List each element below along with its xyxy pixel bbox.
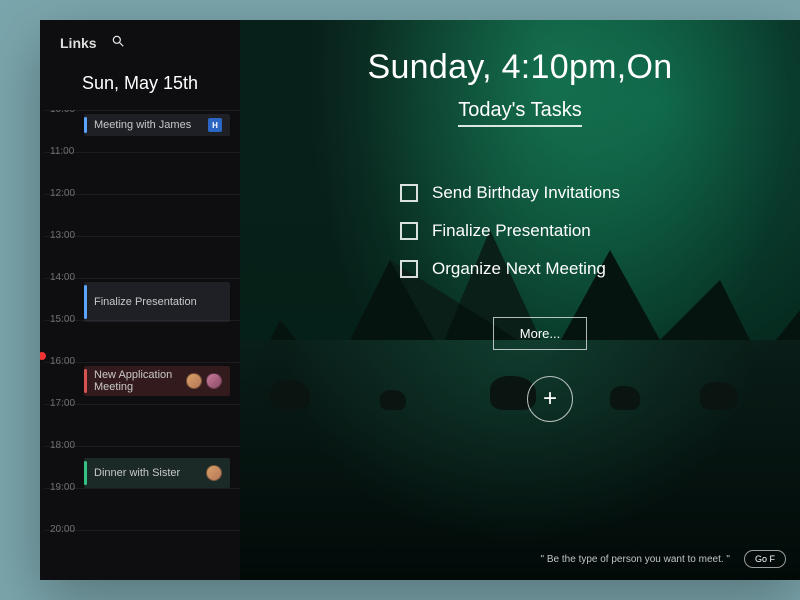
hour-label: 16:00 [50, 356, 75, 367]
hour-label: 15:00 [50, 314, 75, 325]
hour-label: 17:00 [50, 398, 75, 409]
tasks-heading: Today's Tasks [240, 87, 800, 127]
search-icon[interactable] [111, 34, 125, 51]
footer-go-button[interactable]: Go F [744, 550, 786, 568]
event-title: Finalize Presentation [94, 296, 197, 308]
task-list: Send Birthday Invitations Finalize Prese… [240, 183, 800, 350]
hour-label: 12:00 [50, 188, 75, 199]
task-label: Organize Next Meeting [432, 259, 606, 279]
event-extras [206, 465, 222, 481]
avatar [186, 373, 202, 389]
hour-label: 20:00 [50, 524, 75, 535]
event-badge: H [208, 118, 222, 132]
hour-label: 13:00 [50, 230, 75, 241]
sidebar-topbar: Links [40, 20, 240, 59]
hour-label: 10:00 [50, 110, 75, 115]
links-link[interactable]: Links [60, 35, 97, 51]
event-extras [186, 373, 222, 389]
calendar-event[interactable]: New Application Meeting [84, 366, 230, 396]
event-title: New Application Meeting [94, 369, 186, 393]
checkbox-icon[interactable] [400, 260, 418, 278]
hour-label: 11:00 [50, 146, 74, 157]
task-item[interactable]: Organize Next Meeting [400, 259, 680, 279]
app-window: Links Sun, May 15th 10:00 11:00 12:00 13… [40, 20, 800, 580]
event-extras: H [208, 118, 222, 132]
hero-datetime: Sunday, 4:10pm,On [240, 48, 800, 87]
event-title: Dinner with Sister [94, 467, 180, 479]
hour-label: 14:00 [50, 272, 75, 283]
hero-datetime-suffix: On [627, 48, 673, 86]
task-label: Send Birthday Invitations [432, 183, 620, 203]
avatar [206, 373, 222, 389]
hero-datetime-prefix: Sunday, 4:10pm, [367, 48, 626, 86]
task-label: Finalize Presentation [432, 221, 591, 241]
calendar-event[interactable]: Dinner with Sister [84, 458, 230, 488]
calendar-event[interactable]: Meeting with James H [84, 114, 230, 136]
hour-label: 18:00 [50, 440, 75, 451]
task-item[interactable]: Finalize Presentation [400, 221, 680, 241]
sidebar: Links Sun, May 15th 10:00 11:00 12:00 13… [40, 20, 240, 580]
event-title: Meeting with James [94, 119, 191, 131]
task-item[interactable]: Send Birthday Invitations [400, 183, 680, 203]
avatar [206, 465, 222, 481]
hour-row: 20:00 [44, 530, 240, 572]
more-button[interactable]: More... [493, 317, 587, 350]
footer: " Be the type of person you want to meet… [240, 550, 786, 568]
checkbox-icon[interactable] [400, 184, 418, 202]
sidebar-date-heading: Sun, May 15th [40, 59, 240, 110]
add-button[interactable]: + [527, 376, 573, 422]
footer-quote: " Be the type of person you want to meet… [541, 554, 730, 565]
hour-label: 19:00 [50, 482, 75, 493]
calendar-event[interactable]: Finalize Presentation [84, 282, 230, 322]
tasks-title: Today's Tasks [458, 99, 582, 127]
main-panel: Sunday, 4:10pm,On Today's Tasks Send Bir… [240, 20, 800, 580]
checkbox-icon[interactable] [400, 222, 418, 240]
timeline[interactable]: 10:00 11:00 12:00 13:00 14:00 15:00 16:0… [40, 110, 240, 580]
hero-content: Sunday, 4:10pm,On Today's Tasks Send Bir… [240, 20, 800, 422]
